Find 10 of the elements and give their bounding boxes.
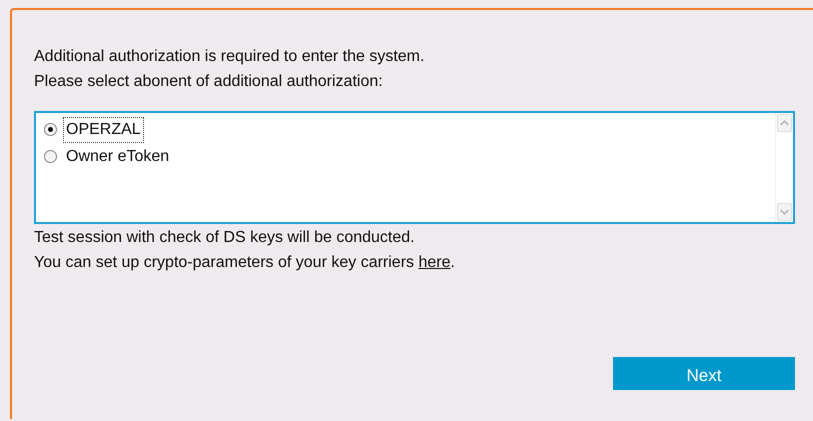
radio-button[interactable] bbox=[44, 123, 57, 136]
instruction-text: Please select abonent of additional authorization: bbox=[34, 72, 384, 92]
info-text: Test session with check of DS keys will be conducted. bbox=[34, 228, 416, 248]
abonent-label[interactable]: OPERZAL bbox=[63, 116, 144, 142]
abonent-listbox[interactable]: OPERZAL Owner eToken bbox=[34, 111, 795, 224]
abonent-label[interactable]: Owner eToken bbox=[63, 144, 172, 170]
info-text: You can set up crypto-parameters of your key carriers here. bbox=[34, 253, 456, 273]
instruction-text: Additional authorization is required to enter the system. bbox=[34, 47, 426, 67]
radio-button[interactable] bbox=[44, 150, 57, 163]
here-link[interactable]: here bbox=[418, 254, 450, 271]
